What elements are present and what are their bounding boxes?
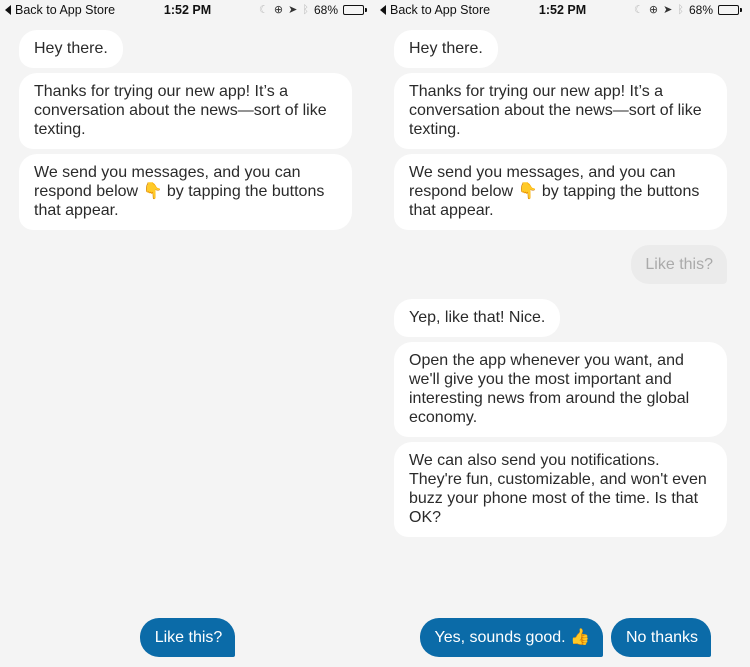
bot-message: Thanks for trying our new app! It’s a co…: [19, 73, 352, 149]
moon-icon: ☾: [259, 4, 269, 16]
status-bar: Back to App Store 1:52 PM ☾ ⊕ ➤ ᛒ 68%: [0, 0, 375, 20]
reply-actions: Like this?: [0, 618, 375, 657]
battery-icon: [718, 5, 742, 15]
bot-message: Open the app whenever you want, and we'l…: [394, 342, 727, 437]
location-arrow-icon: ➤: [663, 4, 673, 16]
bot-message: Hey there.: [19, 30, 123, 68]
location-arrow-icon: ➤: [288, 4, 298, 16]
chat-thread: Hey there. Thanks for trying our new app…: [394, 30, 727, 542]
chat-thread: Hey there. Thanks for trying our new app…: [19, 30, 352, 235]
bot-message: We send you messages, and you can respon…: [19, 154, 352, 230]
no-thanks-button[interactable]: No thanks: [610, 618, 711, 657]
bluetooth-icon: ᛒ: [302, 4, 309, 16]
like-this-button[interactable]: Like this?: [139, 618, 236, 657]
bot-message: Thanks for trying our new app! It’s a co…: [394, 73, 727, 149]
status-bar: Back to App Store 1:52 PM ☾ ⊕ ➤ ᛒ 68%: [375, 0, 750, 20]
user-reply-message: Like this?: [631, 245, 727, 284]
bluetooth-icon: ᛒ: [677, 4, 684, 16]
status-icons: ☾ ⊕ ➤ ᛒ 68%: [259, 3, 367, 17]
status-icons: ☾ ⊕ ➤ ᛒ 68%: [634, 3, 742, 17]
reply-actions: Yes, sounds good. 👍 No thanks: [375, 618, 750, 657]
rotation-lock-icon: ⊕: [273, 4, 284, 16]
battery-icon: [343, 5, 367, 15]
yes-sounds-good-button[interactable]: Yes, sounds good. 👍: [419, 618, 603, 657]
battery-percent: 68%: [313, 3, 338, 17]
rotation-lock-icon: ⊕: [648, 4, 659, 16]
phone-screen-right: Back to App Store 1:52 PM ☾ ⊕ ➤ ᛒ 68% He…: [375, 0, 750, 667]
battery-percent: 68%: [688, 3, 713, 17]
moon-icon: ☾: [634, 4, 644, 16]
bot-message: Yep, like that! Nice.: [394, 299, 561, 337]
bot-message: We send you messages, and you can respon…: [394, 154, 727, 230]
bot-message: Hey there.: [394, 30, 498, 68]
bot-message: We can also send you notifications. They…: [394, 442, 727, 537]
phone-screen-left: Back to App Store 1:52 PM ☾ ⊕ ➤ ᛒ 68% He…: [0, 0, 375, 667]
